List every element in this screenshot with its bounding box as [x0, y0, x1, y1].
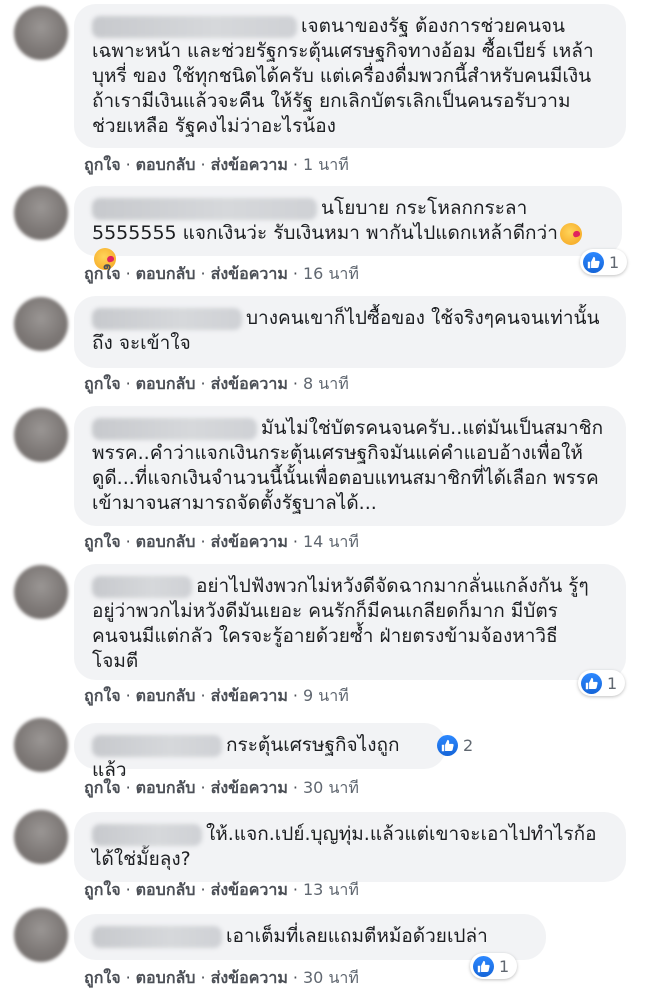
- like-link[interactable]: ถูกใจ: [84, 155, 121, 174]
- reaction-count[interactable]: 1: [578, 670, 626, 696]
- reply-link[interactable]: ตอบกลับ: [136, 374, 196, 393]
- message-link[interactable]: ส่งข้อความ: [211, 968, 288, 987]
- like-link[interactable]: ถูกใจ: [84, 686, 121, 705]
- like-link[interactable]: ถูกใจ: [84, 374, 121, 393]
- comment-timestamp[interactable]: 8 นาที: [303, 374, 349, 393]
- message-link[interactable]: ส่งข้อความ: [211, 880, 288, 899]
- comment-text-content: เอาเต็มที่เลยแถมตีหม้อด้วยเปล่า: [226, 925, 488, 947]
- comment-text: ให้.แจก.เปย์.บุญทุ่ม.แล้วแต่เขาจะเอาไปทำ…: [92, 822, 608, 872]
- comment-text: นโยบาย กระโหลกกระลา 5555555 แจกเงินว่ะ ร…: [92, 196, 604, 271]
- commenter-name[interactable]: [92, 15, 297, 38]
- comment-actions: ถูกใจ · ตอบกลับ · ส่งข้อความ · 30 นาที: [84, 968, 359, 987]
- comment-actions: ถูกใจ · ตอบกลับ · ส่งข้อความ · 14 นาที: [84, 532, 359, 551]
- comment-timestamp[interactable]: 14 นาที: [303, 532, 359, 551]
- avatar[interactable]: [14, 565, 68, 619]
- commenter-name[interactable]: [92, 734, 222, 757]
- message-link[interactable]: ส่งข้อความ: [211, 155, 288, 174]
- reply-link[interactable]: ตอบกลับ: [136, 968, 196, 987]
- avatar[interactable]: [14, 6, 68, 60]
- comment-timestamp[interactable]: 13 นาที: [303, 880, 359, 899]
- comment-timestamp[interactable]: 30 นาที: [303, 778, 359, 797]
- reply-link[interactable]: ตอบกลับ: [136, 155, 196, 174]
- comment-bubble: เอาเต็มที่เลยแถมตีหม้อด้วยเปล่า: [74, 914, 546, 960]
- commenter-name[interactable]: [92, 925, 222, 948]
- like-link[interactable]: ถูกใจ: [84, 880, 121, 899]
- comment-text: มันไม่ใช่บัตรคนจนครับ..แต่มันเป็นสมาชิก …: [92, 416, 608, 516]
- reaction-count[interactable]: 1: [580, 249, 628, 275]
- comment-timestamp[interactable]: 30 นาที: [303, 968, 359, 987]
- comment-bubble: มันไม่ใช่บัตรคนจนครับ..แต่มันเป็นสมาชิก …: [74, 406, 626, 526]
- message-link[interactable]: ส่งข้อความ: [211, 686, 288, 705]
- comment-bubble: นโยบาย กระโหลกกระลา 5555555 แจกเงินว่ะ ร…: [74, 186, 622, 270]
- avatar[interactable]: [14, 297, 68, 351]
- message-link[interactable]: ส่งข้อความ: [211, 374, 288, 393]
- reaction-count[interactable]: 2: [434, 732, 481, 758]
- message-link[interactable]: ส่งข้อความ: [211, 532, 288, 551]
- comment-timestamp[interactable]: 9 นาที: [303, 686, 349, 705]
- avatar[interactable]: [14, 810, 68, 864]
- commenter-name[interactable]: [92, 307, 242, 330]
- like-reaction-icon: [473, 955, 494, 977]
- comment-bubble: เจตนาของรัฐ ต้องการช่วยคนจน เฉพาะหน้า แล…: [74, 4, 626, 148]
- like-reaction-icon: [437, 734, 458, 756]
- reaction-number: 2: [463, 735, 474, 755]
- comment-bubble: ให้.แจก.เปย์.บุญทุ่ม.แล้วแต่เขาจะเอาไปทำ…: [74, 812, 626, 882]
- comment-bubble: อย่าไปฟังพวกไม่หวังดีจัดฉากมากลั่นแกล้งก…: [74, 564, 626, 680]
- message-link[interactable]: ส่งข้อความ: [211, 778, 288, 797]
- reaction-number: 1: [499, 956, 510, 976]
- reply-link[interactable]: ตอบกลับ: [136, 532, 196, 551]
- commenter-name[interactable]: [92, 197, 317, 220]
- reply-link[interactable]: ตอบกลับ: [136, 880, 196, 899]
- reaction-number: 1: [609, 252, 620, 272]
- commenter-name[interactable]: [92, 575, 192, 598]
- avatar[interactable]: [14, 908, 68, 962]
- like-link[interactable]: ถูกใจ: [84, 264, 121, 283]
- reply-link[interactable]: ตอบกลับ: [136, 686, 196, 705]
- avatar[interactable]: [14, 408, 68, 462]
- comment-bubble: กระตุ้นเศรษฐกิจไงถูกแล้ว: [74, 723, 446, 781]
- like-reaction-icon: [583, 251, 604, 273]
- like-link[interactable]: ถูกใจ: [84, 532, 121, 551]
- reply-link[interactable]: ตอบกลับ: [136, 778, 196, 797]
- comment-timestamp[interactable]: 16 นาที: [303, 264, 359, 283]
- avatar[interactable]: [14, 718, 68, 772]
- comment-text: บางคนเขาก็ไปซื้อของ ใช้จริงๆคนจนเท่านั้น…: [92, 306, 608, 356]
- comment-text: อย่าไปฟังพวกไม่หวังดีจัดฉากมากลั่นแกล้งก…: [92, 574, 608, 674]
- comment-actions: ถูกใจ · ตอบกลับ · ส่งข้อความ · 1 นาที: [84, 155, 349, 174]
- like-reaction-icon: [581, 672, 602, 694]
- comment-timestamp[interactable]: 1 นาที: [303, 155, 349, 174]
- comment-actions: ถูกใจ · ตอบกลับ · ส่งข้อความ · 16 นาที: [84, 264, 359, 283]
- comment-text: เจตนาของรัฐ ต้องการช่วยคนจน เฉพาะหน้า แล…: [92, 14, 608, 139]
- commenter-name[interactable]: [92, 823, 202, 846]
- comment-actions: ถูกใจ · ตอบกลับ · ส่งข้อความ · 9 นาที: [84, 686, 349, 705]
- comment-text: เอาเต็มที่เลยแถมตีหม้อด้วยเปล่า: [92, 924, 528, 949]
- comment-bubble: บางคนเขาก็ไปซื้อของ ใช้จริงๆคนจนเท่านั้น…: [74, 296, 626, 368]
- comment-actions: ถูกใจ · ตอบกลับ · ส่งข้อความ · 8 นาที: [84, 374, 349, 393]
- reaction-number: 1: [607, 673, 618, 693]
- like-link[interactable]: ถูกใจ: [84, 778, 121, 797]
- reaction-count[interactable]: 1: [470, 953, 518, 979]
- reply-link[interactable]: ตอบกลับ: [136, 264, 196, 283]
- comment-actions: ถูกใจ · ตอบกลับ · ส่งข้อความ · 13 นาที: [84, 880, 359, 899]
- comment-actions: ถูกใจ · ตอบกลับ · ส่งข้อความ · 30 นาที: [84, 778, 359, 797]
- avatar[interactable]: [14, 186, 68, 240]
- face-blowing-kiss-emoji: [559, 222, 582, 245]
- like-link[interactable]: ถูกใจ: [84, 968, 121, 987]
- commenter-name[interactable]: [92, 417, 257, 440]
- message-link[interactable]: ส่งข้อความ: [211, 264, 288, 283]
